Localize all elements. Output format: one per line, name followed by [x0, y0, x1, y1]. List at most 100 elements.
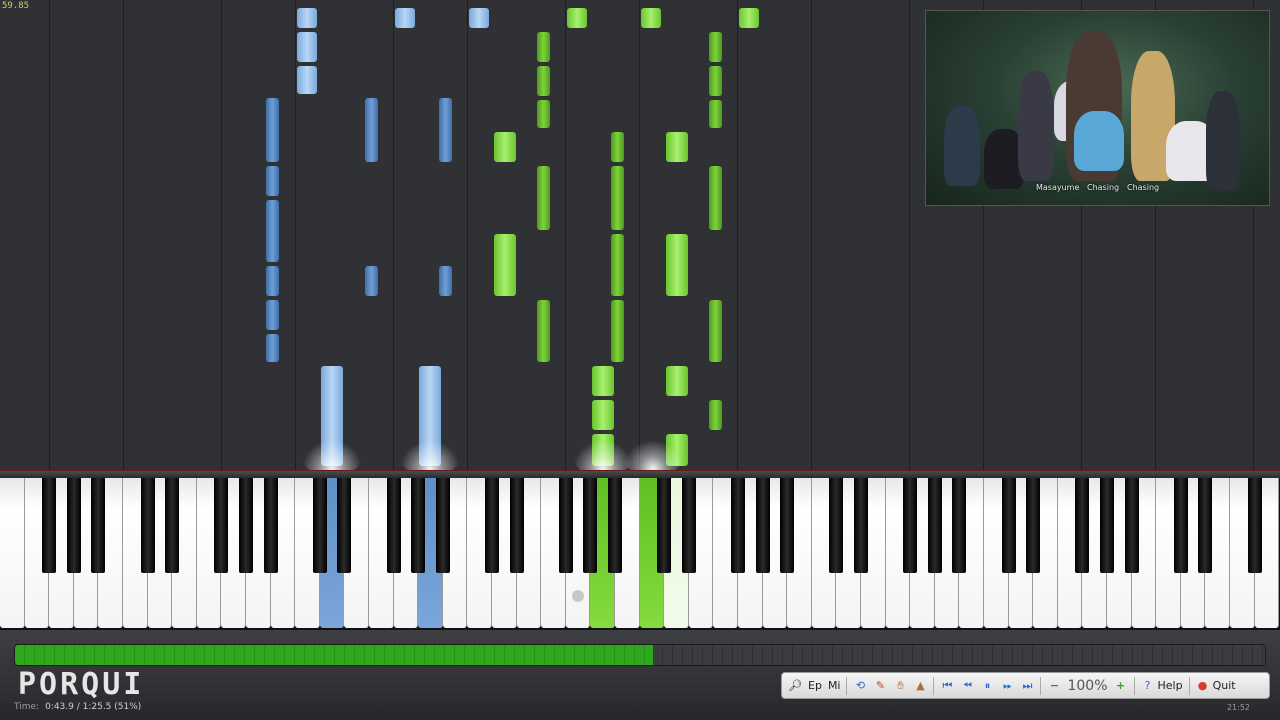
falling-notes-area: 59.85 Masayume Chasing Chasing: [0, 0, 1280, 476]
black-key[interactable]: [386, 478, 401, 573]
black-key[interactable]: [952, 478, 967, 573]
black-key[interactable]: [657, 478, 672, 573]
character-figure: [944, 106, 980, 186]
synthesia-player: 59.85 Masayume Chasing Chasing PORQUI Ti…: [0, 0, 1280, 720]
octave-gridline: [467, 0, 468, 472]
quit-icon: ●: [1197, 679, 1208, 692]
note-left-hand: [297, 32, 317, 62]
note-right-hand: [709, 100, 722, 128]
mi-button[interactable]: Mi: [828, 679, 841, 692]
video-thumbnail: Masayume Chasing Chasing: [925, 10, 1270, 206]
note-right-hand: [537, 166, 550, 230]
progress-fill: [15, 645, 653, 665]
quit-button[interactable]: ● Quit: [1196, 679, 1236, 692]
note-right-hand: [666, 366, 688, 396]
hand-icon[interactable]: ✋︎: [893, 679, 907, 693]
pause-icon[interactable]: ⏸︎: [980, 679, 994, 693]
rewind-icon[interactable]: ⏪︎: [960, 679, 974, 693]
black-key[interactable]: [42, 478, 57, 573]
black-key[interactable]: [903, 478, 918, 573]
white-key[interactable]: [0, 478, 25, 628]
black-key[interactable]: [1124, 478, 1139, 573]
pencil-icon[interactable]: ✎: [873, 679, 887, 692]
progress-remaining: [652, 645, 1265, 665]
black-key[interactable]: [411, 478, 426, 573]
black-key[interactable]: [731, 478, 745, 573]
loop-icon[interactable]: ⟲: [853, 679, 867, 692]
black-key[interactable]: [755, 478, 770, 573]
zoom-in-icon[interactable]: +: [1114, 679, 1128, 692]
octave-gridline: [639, 0, 640, 472]
black-key[interactable]: [165, 478, 180, 573]
note-right-hand: [709, 32, 722, 62]
note-left-hand: [266, 266, 279, 296]
black-key[interactable]: [681, 478, 696, 573]
piano-keyboard[interactable]: [0, 478, 1280, 630]
octave-gridline: [393, 0, 394, 472]
ep-button[interactable]: Ep: [808, 679, 822, 692]
keyboard-top-rail: [0, 470, 1280, 478]
note-right-hand: [494, 132, 516, 162]
clock: 21:52: [1226, 703, 1250, 712]
black-key[interactable]: [558, 478, 573, 573]
search-icon[interactable]: 🔎︎: [788, 679, 802, 692]
metronome-icon[interactable]: ▲: [913, 679, 927, 692]
note-right-hand: [567, 8, 587, 28]
black-key[interactable]: [583, 478, 598, 573]
black-key[interactable]: [1075, 478, 1090, 573]
black-key[interactable]: [1001, 478, 1016, 573]
black-key[interactable]: [214, 478, 229, 573]
black-key[interactable]: [263, 478, 278, 573]
octave-gridline: [49, 0, 50, 472]
black-key[interactable]: [435, 478, 450, 573]
octave-gridline: [565, 0, 566, 472]
black-key[interactable]: [312, 478, 327, 573]
octave-gridline: [909, 0, 910, 472]
octave-gridline: [295, 0, 296, 472]
note-right-hand: [537, 66, 550, 96]
black-key[interactable]: [1247, 478, 1262, 573]
note-left-hand: [365, 98, 378, 162]
black-key[interactable]: [1100, 478, 1114, 573]
toolbar-divider: [1040, 676, 1042, 695]
black-key[interactable]: [854, 478, 868, 573]
black-key[interactable]: [66, 478, 81, 573]
black-key[interactable]: [927, 478, 942, 573]
skip-to-start-icon[interactable]: ⏮︎: [940, 679, 954, 693]
black-key[interactable]: [91, 478, 106, 573]
note-left-hand: [469, 8, 489, 28]
fps-counter: 59.85: [2, 1, 30, 11]
black-key[interactable]: [239, 478, 253, 573]
lyric-caption: Masayume: [1036, 183, 1080, 192]
note-right-hand: [666, 234, 688, 296]
black-key[interactable]: [608, 478, 622, 573]
middle-c-marker: [572, 590, 584, 602]
note-right-hand: [709, 66, 722, 96]
black-key[interactable]: [1026, 478, 1041, 573]
note-left-hand: [266, 334, 279, 362]
black-key[interactable]: [1173, 478, 1188, 573]
note-left-hand: [266, 200, 279, 262]
black-key[interactable]: [780, 478, 795, 573]
black-key[interactable]: [1198, 478, 1213, 573]
brand-logo: PORQUI: [18, 667, 145, 702]
zoom-out-icon[interactable]: −: [1047, 679, 1061, 692]
note-right-hand: [537, 300, 550, 362]
black-key[interactable]: [485, 478, 499, 573]
black-key[interactable]: [509, 478, 524, 573]
black-key[interactable]: [337, 478, 352, 573]
skip-to-end-icon[interactable]: ⏭︎: [1020, 679, 1034, 693]
black-key[interactable]: [829, 478, 844, 573]
note-left-hand: [439, 98, 452, 162]
help-label: Help: [1157, 679, 1183, 692]
help-button[interactable]: ? Help: [1141, 679, 1183, 692]
song-progress-bar[interactable]: [14, 644, 1266, 666]
note-left-hand: [365, 266, 378, 296]
black-key[interactable]: [140, 478, 155, 573]
note-right-hand: [611, 132, 624, 162]
character-figure: [1206, 91, 1240, 191]
note-left-hand: [395, 8, 415, 28]
fast-forward-icon[interactable]: ⏩︎: [1000, 679, 1014, 693]
octave-gridline: [221, 0, 222, 472]
quit-label: Quit: [1212, 679, 1236, 692]
